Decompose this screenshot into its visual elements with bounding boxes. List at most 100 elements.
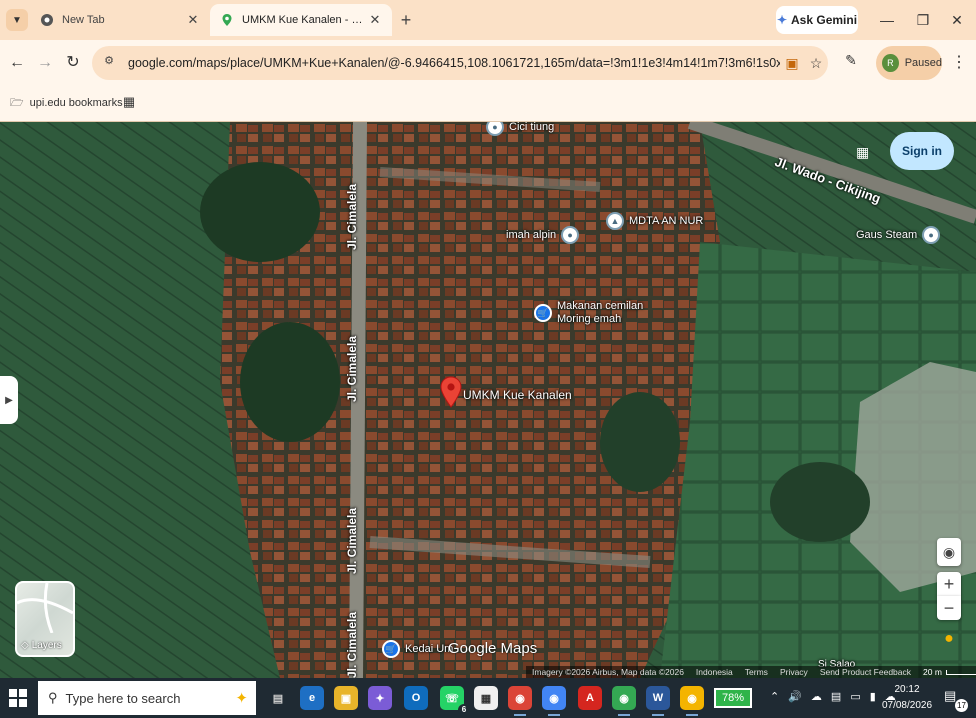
copilot-icon[interactable]: ✦ — [368, 686, 392, 710]
chrome-icon[interactable]: ◉ — [680, 686, 704, 716]
poi-label: Makanan cemilan Moring emah — [557, 300, 644, 325]
restore-button[interactable]: ❐ — [912, 9, 934, 31]
battery-tray-icon[interactable]: ▮ — [870, 690, 876, 706]
acrobat-icon[interactable]: A — [578, 686, 602, 710]
selected-place-label[interactable]: UMKM Kue Kanalen — [463, 388, 572, 402]
notification-center-icon[interactable]: ▤ 17 — [944, 688, 968, 712]
bookmark-label: upi.edu bookmarks — [29, 97, 123, 109]
maps-pin-icon — [220, 13, 234, 27]
chrome-icon[interactable]: ◉ — [612, 686, 636, 716]
selected-place-marker-icon[interactable] — [440, 376, 462, 413]
pegman-street-view-icon[interactable]: ● — [940, 630, 958, 654]
back-button[interactable]: ← — [6, 52, 28, 74]
close-icon[interactable]: ✕ — [186, 12, 200, 28]
avatar: R — [882, 54, 899, 72]
street-label-jl-cimalela: Jl. Cimalela — [345, 507, 359, 574]
windows-taskbar: ⚲ Type here to search ✦ ▤ e ▣ ✦ O ☏ 6 ▦ … — [0, 678, 976, 718]
clock[interactable]: 20:12 07/08/2026 — [880, 682, 934, 714]
poi-makanan-cemilan[interactable]: 🛒 Makanan cemilan Moring emah — [534, 300, 643, 326]
tab-title: New Tab — [62, 14, 105, 26]
browser-toolbar: ← → ↻ ⚙ google.com/maps/place/UMKM+Kue+K… — [0, 40, 976, 86]
whatsapp-icon[interactable]: ☏ 6 — [440, 686, 470, 716]
tab-title: UMKM Kue Kanalen - Google Maps — [242, 14, 368, 26]
tab-search-button[interactable]: ▼ — [6, 9, 28, 31]
shopping-cart-icon: 🛒 — [534, 304, 552, 322]
apps-grid-icon[interactable]: ▦ — [120, 94, 138, 112]
layers-button[interactable]: ◇ Layers — [15, 581, 75, 657]
clock-date: 07/08/2026 — [881, 700, 933, 711]
reload-button[interactable]: ↻ — [62, 52, 84, 74]
zoom-out-button[interactable]: − — [937, 596, 961, 620]
address-bar[interactable]: ⚙ google.com/maps/place/UMKM+Kue+Kanalen… — [92, 46, 828, 80]
url-text[interactable]: google.com/maps/place/UMKM+Kue+Kanalen/@… — [128, 56, 780, 70]
battery-indicator[interactable]: 78% — [714, 688, 752, 708]
place-pin-icon: ● — [922, 226, 941, 244]
clock-time: 20:12 — [894, 684, 920, 695]
usb-icon[interactable]: ▭ — [850, 690, 860, 706]
google-apps-icon[interactable]: ▦ — [856, 144, 870, 160]
terms-link[interactable]: Terms — [745, 667, 768, 677]
profile-button[interactable]: R Paused — [876, 46, 942, 80]
ask-gemini-button[interactable]: ✦ Ask Gemini — [776, 6, 858, 34]
poi-gaus-steam[interactable]: ● Gaus Steam — [856, 226, 941, 244]
windows-start-icon[interactable] — [8, 688, 28, 708]
region-link[interactable]: Indonesia — [696, 667, 733, 677]
google-maps-logo: Google Maps — [448, 640, 538, 657]
bookmark-star-icon[interactable]: ☆ — [804, 55, 828, 72]
poi-kedai-um[interactable]: 🛒 Kedai Um — [382, 640, 453, 658]
network-icon[interactable]: ▤ — [831, 690, 841, 706]
chrome-icon[interactable]: ◉ — [542, 686, 566, 716]
store-icon[interactable]: ▦ — [474, 686, 498, 710]
feedback-link[interactable]: Send Product Feedback — [820, 667, 911, 677]
minimize-button[interactable]: — — [876, 9, 898, 31]
street-label-jl-cimalela: Jl. Cimalela — [345, 183, 359, 250]
scale-bar[interactable]: 20 m — [923, 667, 976, 677]
install-app-icon[interactable]: ▣ — [780, 55, 804, 72]
poi-imah-alpin[interactable]: ● imah alpin — [506, 226, 580, 244]
gemini-sparkle-icon: ✦ — [776, 13, 788, 27]
school-icon: ▲ — [606, 212, 624, 230]
place-pin-icon: ● — [486, 122, 504, 136]
tab-new-tab[interactable]: New Tab ✕ — [30, 4, 210, 36]
bookmark-folder-upi[interactable]: 🗁 upi.edu bookmarks — [10, 92, 123, 114]
task-view-icon[interactable]: ▤ — [266, 686, 290, 710]
shopping-cart-icon: 🛒 — [382, 640, 400, 658]
map-canvas[interactable]: Jl. Wado - Cikijing Jl. Cimalela Jl. Cim… — [0, 122, 976, 678]
layers-label-wrap: ◇ Layers — [21, 640, 62, 651]
poi-cici-tiung[interactable]: ● Cici tiung — [486, 122, 554, 136]
poi-label: imah alpin — [506, 228, 557, 241]
layers-icon: ◇ — [21, 640, 29, 651]
notification-count: 17 — [955, 699, 968, 712]
onedrive-icon[interactable]: ☁ — [811, 690, 822, 706]
poi-mdta-an-nur[interactable]: ▲ MDTA AN NUR — [606, 212, 703, 230]
tab-google-maps[interactable]: UMKM Kue Kanalen - Google Maps ✕ — [210, 4, 392, 36]
outlook-icon[interactable]: O — [404, 686, 428, 710]
chevron-up-icon[interactable]: ⌃ — [770, 690, 779, 706]
file-explorer-icon[interactable]: ▣ — [334, 686, 358, 710]
expand-side-panel-button[interactable]: ▶ — [0, 376, 18, 424]
close-window-button[interactable]: ✕ — [946, 9, 968, 31]
taskbar-search-box[interactable]: ⚲ Type here to search ✦ — [38, 681, 256, 715]
zoom-in-button[interactable]: + — [937, 572, 961, 596]
poi-label: Gaus Steam — [856, 228, 918, 241]
privacy-link[interactable]: Privacy — [780, 667, 808, 677]
forward-button[interactable]: → — [34, 52, 56, 74]
chrome-icon[interactable]: ◉ — [508, 686, 532, 716]
extensions-icon[interactable]: ✎ — [840, 52, 862, 74]
word-icon[interactable]: W — [646, 686, 670, 716]
new-tab-button[interactable]: + — [396, 10, 416, 30]
sign-in-button[interactable]: Sign in — [890, 132, 954, 170]
poi-label: MDTA AN NUR — [629, 214, 704, 227]
search-placeholder: Type here to search — [65, 690, 181, 706]
imagery-attribution: Imagery ©2026 Airbus, Map data ©2026 — [532, 667, 684, 677]
my-location-button[interactable]: ◉ — [937, 538, 961, 566]
street-label-jl-cimalela: Jl. Cimalela — [345, 611, 359, 678]
site-info-icon[interactable]: ⚙ — [100, 54, 118, 72]
folder-icon: 🗁 — [10, 96, 24, 109]
volume-icon[interactable]: 🔊 — [788, 690, 802, 706]
poi-label: Cici tiung — [509, 122, 555, 133]
close-icon[interactable]: ✕ — [368, 12, 382, 28]
map-footer: Imagery ©2026 Airbus, Map data ©2026 Ind… — [526, 666, 976, 678]
edge-icon[interactable]: e — [300, 686, 324, 710]
browser-menu-button[interactable]: ⋮ — [950, 52, 968, 74]
